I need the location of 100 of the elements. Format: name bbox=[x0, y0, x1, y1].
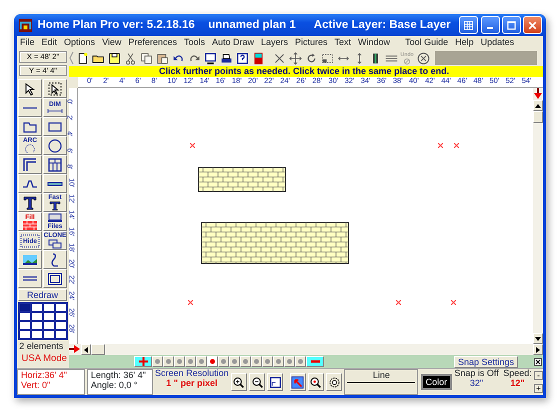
tool-button[interactable] bbox=[43, 250, 67, 269]
grid-cell[interactable] bbox=[31, 312, 43, 321]
menu-item[interactable]: Edit bbox=[42, 38, 58, 48]
layout-button[interactable] bbox=[459, 16, 478, 34]
menu-item[interactable]: Layers bbox=[261, 38, 288, 48]
layer-button[interactable] bbox=[218, 356, 229, 367]
scroll-thumb[interactable] bbox=[91, 344, 105, 355]
layer-button[interactable] bbox=[185, 356, 196, 367]
line-icon bbox=[22, 106, 38, 108]
tool-button[interactable] bbox=[18, 269, 42, 288]
layer-button[interactable] bbox=[174, 356, 185, 367]
scroll-left-button[interactable] bbox=[81, 344, 91, 355]
menu-item[interactable]: View bbox=[102, 38, 122, 48]
grid-cell[interactable] bbox=[55, 312, 67, 321]
tool-button[interactable] bbox=[43, 117, 67, 136]
layer-button[interactable] bbox=[295, 356, 306, 367]
layer-button[interactable] bbox=[251, 356, 262, 367]
dot-icon bbox=[188, 359, 193, 364]
zoom-button[interactable] bbox=[290, 373, 306, 391]
snap-settings-button[interactable]: Snap Settings bbox=[454, 356, 518, 368]
menu-item[interactable]: Pictures bbox=[295, 38, 328, 48]
zoom-button[interactable] bbox=[308, 373, 324, 391]
tool-button[interactable] bbox=[43, 155, 67, 174]
layer-button[interactable] bbox=[196, 356, 207, 367]
point-marker-icon bbox=[454, 143, 459, 148]
layer-button[interactable] bbox=[207, 356, 218, 367]
toolbar-button[interactable] bbox=[106, 50, 122, 66]
grid-cell[interactable] bbox=[19, 312, 31, 321]
toolbar-button[interactable] bbox=[202, 50, 218, 66]
grid-cell[interactable] bbox=[19, 321, 31, 330]
document-name: unnamed plan 1 bbox=[208, 18, 296, 32]
menu-item[interactable]: Window bbox=[358, 38, 390, 48]
zoom-button[interactable] bbox=[230, 373, 247, 391]
maximize-button[interactable] bbox=[502, 16, 521, 34]
zoom-button[interactable] bbox=[249, 373, 266, 391]
grid-cell[interactable] bbox=[43, 303, 55, 312]
window-title: Home Plan Pro ver: 5.2.18.16 bbox=[38, 18, 195, 32]
menu-item[interactable]: Tools bbox=[184, 38, 205, 48]
resolution-value: 1 " per pixel bbox=[165, 378, 218, 389]
scroll-up-button[interactable] bbox=[533, 100, 543, 111]
layer-button[interactable] bbox=[284, 356, 295, 367]
grid-cell[interactable] bbox=[19, 330, 31, 339]
filled-dot-icon bbox=[210, 359, 215, 364]
layer-button[interactable] bbox=[262, 356, 273, 367]
grid-cell[interactable] bbox=[55, 330, 67, 339]
remove-layer-button[interactable] bbox=[306, 356, 324, 367]
grid-cell[interactable] bbox=[31, 330, 43, 339]
tool-button[interactable] bbox=[43, 174, 67, 193]
speed-up-button[interactable]: + bbox=[534, 384, 543, 393]
grid-cell[interactable] bbox=[31, 321, 43, 330]
scroll-down-button[interactable] bbox=[533, 333, 543, 344]
element-count: 2 elements bbox=[18, 342, 64, 352]
scroll-right-button[interactable] bbox=[533, 344, 543, 355]
plus-icon bbox=[138, 357, 148, 366]
menu-item[interactable]: Auto Draw bbox=[212, 38, 254, 48]
tool-button[interactable] bbox=[18, 174, 42, 193]
layer-button[interactable] bbox=[273, 356, 284, 367]
menu-item[interactable]: Updates bbox=[480, 38, 514, 48]
mode-label: USA Mode bbox=[20, 354, 68, 365]
grid-cell[interactable] bbox=[31, 303, 43, 312]
tool-button[interactable] bbox=[43, 269, 67, 288]
dot-icon bbox=[254, 359, 259, 364]
menu-item[interactable]: Preferences bbox=[128, 38, 177, 48]
tool-button[interactable] bbox=[18, 98, 42, 117]
close-icon bbox=[526, 18, 539, 32]
grid-cell[interactable] bbox=[43, 330, 55, 339]
redraw-button[interactable]: Redraw bbox=[18, 289, 67, 301]
menu-item[interactable]: Options bbox=[64, 38, 96, 48]
add-layer-button[interactable] bbox=[134, 356, 152, 367]
tool-button[interactable] bbox=[18, 155, 42, 174]
scroll-thumb[interactable] bbox=[533, 111, 543, 123]
speed-down-button[interactable]: - bbox=[534, 371, 543, 380]
toolbar-button[interactable] bbox=[234, 50, 250, 66]
zoom-button[interactable] bbox=[326, 373, 342, 391]
point-marker-icon bbox=[190, 143, 195, 148]
grid-cell[interactable] bbox=[55, 303, 67, 312]
layer-button[interactable] bbox=[152, 356, 163, 367]
tool-button[interactable] bbox=[18, 250, 42, 269]
tool-button[interactable] bbox=[43, 136, 67, 155]
menu-item[interactable]: Tool Guide bbox=[405, 38, 448, 48]
layer-button[interactable] bbox=[240, 356, 251, 367]
move-icon bbox=[288, 52, 302, 64]
menu-item[interactable]: File bbox=[20, 38, 35, 48]
tool-button[interactable] bbox=[18, 117, 42, 136]
layer-button[interactable] bbox=[229, 356, 240, 367]
layer-button[interactable] bbox=[163, 356, 174, 367]
tool-button[interactable] bbox=[43, 79, 67, 98]
grid-cell[interactable] bbox=[19, 303, 31, 312]
close-button[interactable] bbox=[523, 16, 542, 34]
minimize-button[interactable] bbox=[480, 16, 500, 34]
dot-icon bbox=[155, 359, 160, 364]
menu-item[interactable]: Help bbox=[455, 38, 474, 48]
menu-item[interactable]: Text bbox=[334, 38, 352, 48]
grid-cell[interactable] bbox=[55, 321, 67, 330]
grid-cell[interactable] bbox=[43, 321, 55, 330]
tool-button[interactable] bbox=[18, 193, 42, 212]
grid-cell[interactable] bbox=[43, 312, 55, 321]
color-button[interactable]: Color bbox=[420, 374, 452, 390]
zoom-button[interactable] bbox=[267, 373, 284, 391]
tool-button[interactable] bbox=[18, 79, 42, 98]
